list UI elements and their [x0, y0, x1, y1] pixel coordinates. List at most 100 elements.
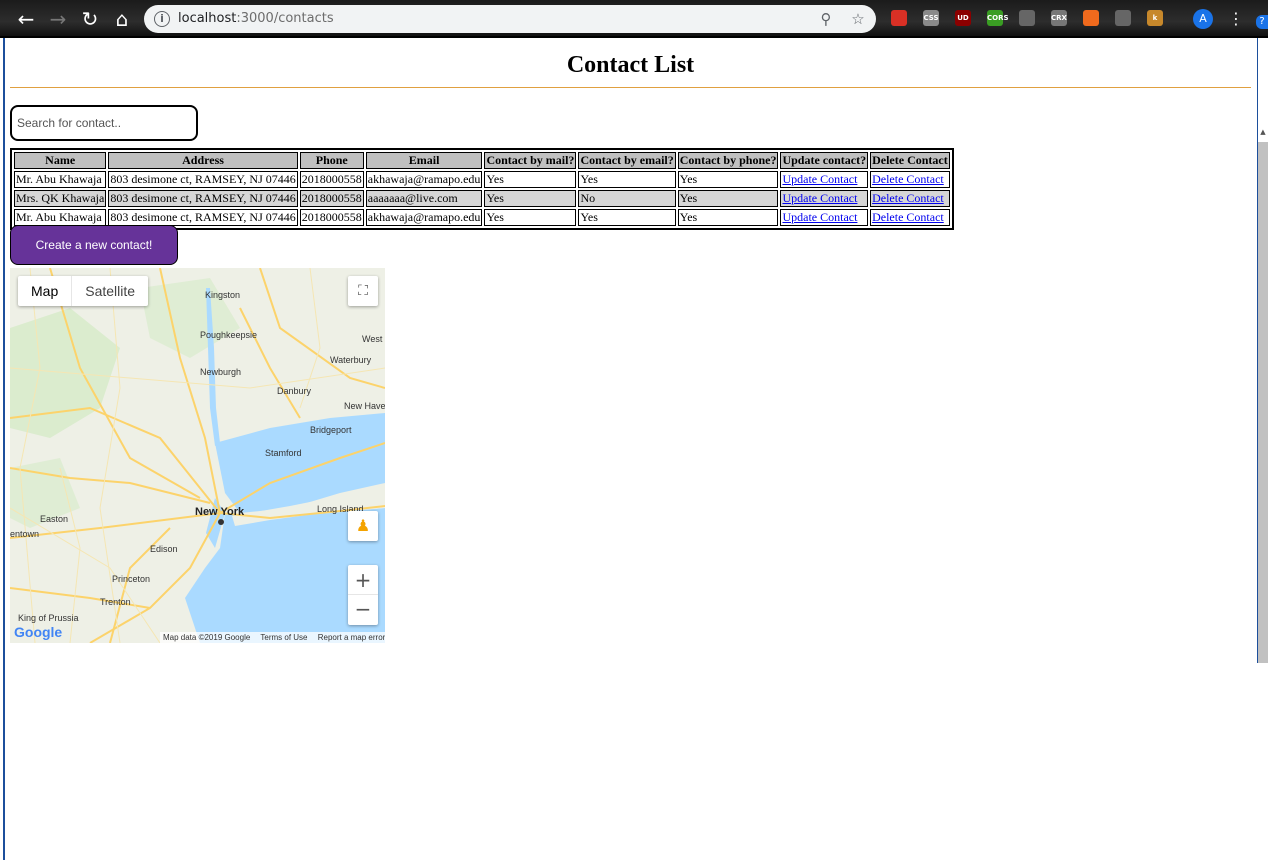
table-header-cell: Email [365, 152, 483, 169]
terms-of-use-link[interactable]: Terms of Use [260, 633, 307, 642]
table-row: Mr. Abu Khawaja 803 desimone ct, RAMSEY, … [14, 209, 950, 226]
extension-icon[interactable]: k [1147, 10, 1163, 26]
map-type-map-button[interactable]: Map [18, 276, 73, 306]
table-header-row: Name Address Phone Email Contact by mail? Con… [14, 152, 950, 169]
search-input[interactable] [10, 105, 198, 141]
google-logo-text: Google [14, 624, 63, 640]
url-host: localhost [178, 11, 237, 26]
cell-email: akhawaja@ramapo.edu [365, 209, 483, 226]
reload-icon[interactable]: ↻ [78, 7, 102, 31]
map-label-waterbury: Waterbury [330, 355, 372, 365]
table-header-cell: Contact by email? [578, 152, 676, 169]
map-label-edison: Edison [150, 544, 178, 554]
map-tiles[interactable] [10, 268, 385, 643]
map-data-attribution: Map data ©2019 Google [163, 633, 251, 642]
cell-phone: 2018000558 [299, 171, 364, 188]
cell-by-email: Yes [578, 209, 676, 226]
browser-menu-icon[interactable]: ⋮ [1228, 8, 1244, 30]
delete-contact-link[interactable]: Delete Contact [872, 191, 944, 205]
extension-icon[interactable] [1115, 10, 1131, 26]
map-label-poughkeepsie: Poughkeepsie [200, 330, 258, 340]
table-row: Mrs. QK Khawaja 803 desimone ct, RAMSEY, … [14, 190, 950, 207]
map-label-princeton: Princeton [112, 574, 151, 584]
map-label-new-york: New York [195, 506, 245, 518]
cell-address: 803 desimone ct, RAMSEY, NJ 07446 [108, 190, 298, 207]
map-label-easton: Easton [40, 514, 69, 524]
extension-icon[interactable]: CORS [987, 10, 1009, 26]
update-contact-link[interactable]: Update Contact [782, 210, 857, 224]
cell-by-mail: Yes [484, 171, 577, 188]
cell-by-email: No [578, 190, 676, 207]
home-icon[interactable]: ⌂ [110, 7, 134, 31]
cell-update: Update Contact [780, 209, 869, 226]
help-icon[interactable]: ? [1256, 15, 1268, 29]
update-contact-link[interactable]: Update Contact [782, 172, 857, 186]
delete-contact-link[interactable]: Delete Contact [872, 210, 944, 224]
map-label-stamford: Stamford [265, 448, 302, 458]
map-label-new-haven: New Have [344, 401, 385, 411]
create-contact-button[interactable]: Create a new contact! [10, 225, 178, 265]
map-label-newburgh: Newburgh [200, 367, 242, 377]
page-title: Contact List [566, 52, 695, 78]
cell-address: 803 desimone ct, RAMSEY, NJ 07446 [108, 209, 298, 226]
map-label-danbury: Danbury [277, 386, 312, 396]
profile-avatar[interactable]: A [1193, 9, 1213, 29]
map-label-bridgeport: Bridgeport [310, 425, 352, 435]
map-type-satellite-button[interactable]: Satellite [72, 276, 148, 306]
info-icon[interactable]: i [154, 11, 170, 27]
cell-by-phone: Yes [677, 171, 779, 188]
zoom-in-button[interactable]: + [348, 565, 378, 595]
cell-email: aaaaaaa@live.com [365, 190, 483, 207]
extension-icon[interactable]: CRX [1051, 10, 1067, 26]
table-header-cell: Address [108, 152, 298, 169]
forward-arrow-icon[interactable]: → [46, 7, 70, 31]
table-header-cell: Contact by mail? [484, 152, 577, 169]
cell-by-phone: Yes [677, 209, 779, 226]
map-label-trenton: Trenton [100, 597, 131, 607]
cell-delete: Delete Contact [870, 190, 950, 207]
table-header-cell: Contact by phone? [677, 152, 779, 169]
zoom-control: + − [348, 565, 378, 625]
cell-phone: 2018000558 [299, 190, 364, 207]
report-map-error-link[interactable]: Report a map error [318, 633, 385, 642]
map-label-entown: entown [10, 529, 40, 539]
table-header-cell: Delete Contact [870, 152, 950, 169]
fullscreen-icon[interactable]: ⛶ [348, 276, 378, 306]
zoom-out-button[interactable]: − [348, 595, 378, 624]
map-label-west: West [362, 334, 383, 344]
browser-toolbar: ← → ↻ ⌂ i localhost:3000/contacts ⚲ ☆ CS… [0, 0, 1268, 38]
cell-delete: Delete Contact [870, 209, 950, 226]
cell-by-email: Yes [578, 171, 676, 188]
table-row: Mr. Abu Khawaja 803 desimone ct, RAMSEY, … [14, 171, 950, 188]
zoom-icon[interactable]: ⚲ [816, 9, 836, 29]
cell-by-mail: Yes [484, 190, 577, 207]
cell-by-phone: Yes [677, 190, 779, 207]
address-url[interactable]: localhost:3000/contacts [178, 11, 334, 26]
extension-icon[interactable] [1083, 10, 1099, 26]
url-path: :3000/contacts [236, 11, 334, 26]
title-divider [10, 87, 1251, 88]
contacts-table: Name Address Phone Email Contact by mail? Con… [10, 148, 954, 230]
cell-address: 803 desimone ct, RAMSEY, NJ 07446 [108, 171, 298, 188]
pegman-icon[interactable]: ♟ [348, 511, 378, 541]
scroll-up-icon[interactable]: ▲ [1259, 128, 1267, 136]
cell-email: akhawaja@ramapo.edu [365, 171, 483, 188]
extension-icon[interactable] [891, 10, 907, 26]
map-label-kingston: Kingston [205, 290, 241, 300]
cell-by-mail: Yes [484, 209, 577, 226]
table-header-cell: Name [14, 152, 107, 169]
google-logo[interactable]: Google [14, 624, 62, 640]
extension-icon[interactable] [1019, 10, 1035, 26]
cell-update: Update Contact [780, 190, 869, 207]
cell-delete: Delete Contact [870, 171, 950, 188]
address-bar[interactable]: i localhost:3000/contacts ⚲ ☆ [144, 5, 876, 33]
google-map[interactable]: Kingston Poughkeepsie Newburgh Danbury W… [10, 268, 385, 643]
delete-contact-link[interactable]: Delete Contact [872, 172, 944, 186]
map-footer: Map data ©2019 Google Terms of Use Repor… [160, 632, 385, 643]
extension-icon[interactable]: CSS [923, 10, 939, 26]
extension-icon[interactable]: UD [955, 10, 971, 26]
scrollbar-thumb[interactable] [1258, 142, 1268, 663]
update-contact-link[interactable]: Update Contact [782, 191, 857, 205]
back-arrow-icon[interactable]: ← [14, 7, 38, 31]
star-icon[interactable]: ☆ [848, 9, 868, 29]
